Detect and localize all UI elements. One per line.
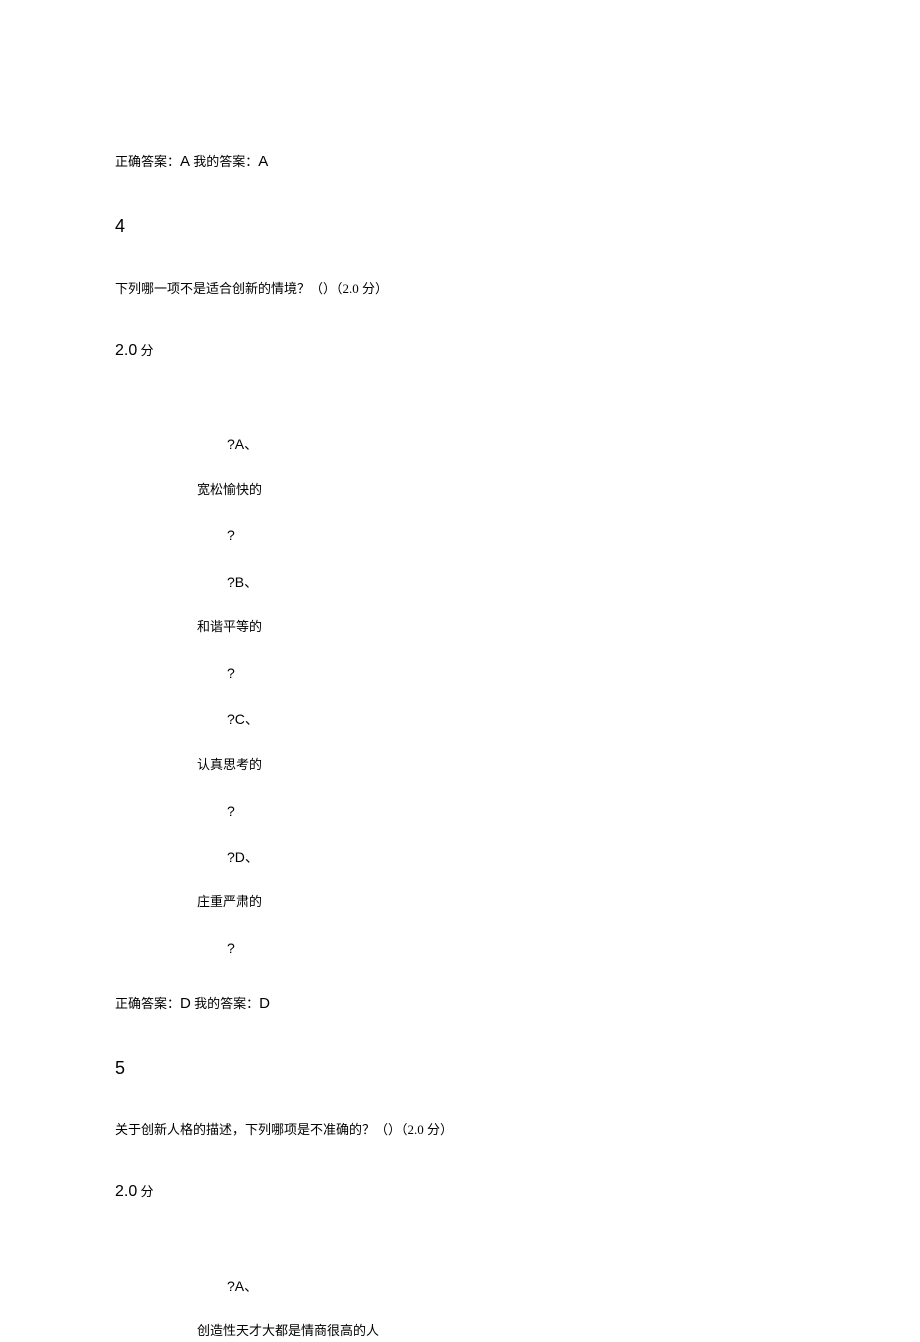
score-value: 2.0 xyxy=(115,1183,137,1200)
question-text-5: 关于创新人格的描述，下列哪项是不准确的？（）（2.0 分） xyxy=(115,1120,805,1141)
question-number-4: 4 xyxy=(115,212,805,241)
option-c-text: 认真思考的 xyxy=(197,755,805,776)
option-d-qmark: ? xyxy=(197,937,805,959)
correct-answer-value: D xyxy=(180,995,191,1012)
option-a-label-q5: ?A、 xyxy=(197,1275,805,1297)
option-a-label: ?A、 xyxy=(197,433,805,455)
option-a-label-text: ?A、 xyxy=(227,436,258,452)
score-suffix: 分 xyxy=(137,1184,153,1199)
options-block-q4: ?A、 宽松愉快的 ? ?B、 和谐平等的 ? ?C、 认真思考的 ? ?D、 … xyxy=(115,433,805,959)
score-suffix: 分 xyxy=(137,343,153,358)
my-answer-label: 我的答案： xyxy=(191,996,259,1011)
option-b-label: ?B、 xyxy=(197,571,805,593)
option-a-qmark: ? xyxy=(197,524,805,546)
answer-line-q4: 正确答案：D 我的答案：D xyxy=(115,992,805,1016)
correct-answer-label: 正确答案： xyxy=(115,154,180,169)
answer-line-q3: 正确答案：A 我的答案：A xyxy=(115,150,805,174)
question-number-5: 5 xyxy=(115,1054,805,1083)
question-score-5: 2.0 分 xyxy=(115,1179,805,1205)
option-b-text: 和谐平等的 xyxy=(197,617,805,638)
my-answer-label: 我的答案： xyxy=(190,154,258,169)
score-value: 2.0 xyxy=(115,342,137,359)
option-b-qmark: ? xyxy=(197,662,805,684)
option-d-label: ?D、 xyxy=(197,846,805,868)
my-answer-value: A xyxy=(258,153,268,170)
option-a-text-q5: 创造性天才大都是情商很高的人 xyxy=(197,1321,805,1342)
option-c-label: ?C、 xyxy=(197,708,805,730)
correct-answer-label: 正确答案： xyxy=(115,996,180,1011)
option-c-qmark: ? xyxy=(197,800,805,822)
option-a-text: 宽松愉快的 xyxy=(197,480,805,501)
question-score-4: 2.0 分 xyxy=(115,338,805,364)
my-answer-value: D xyxy=(259,995,270,1012)
option-d-text: 庄重严肃的 xyxy=(197,892,805,913)
question-text-4: 下列哪一项不是适合创新的情境？（）（2.0 分） xyxy=(115,279,805,300)
correct-answer-value: A xyxy=(180,153,190,170)
options-block-q5: ?A、 创造性天才大都是情商很高的人 xyxy=(115,1275,805,1342)
